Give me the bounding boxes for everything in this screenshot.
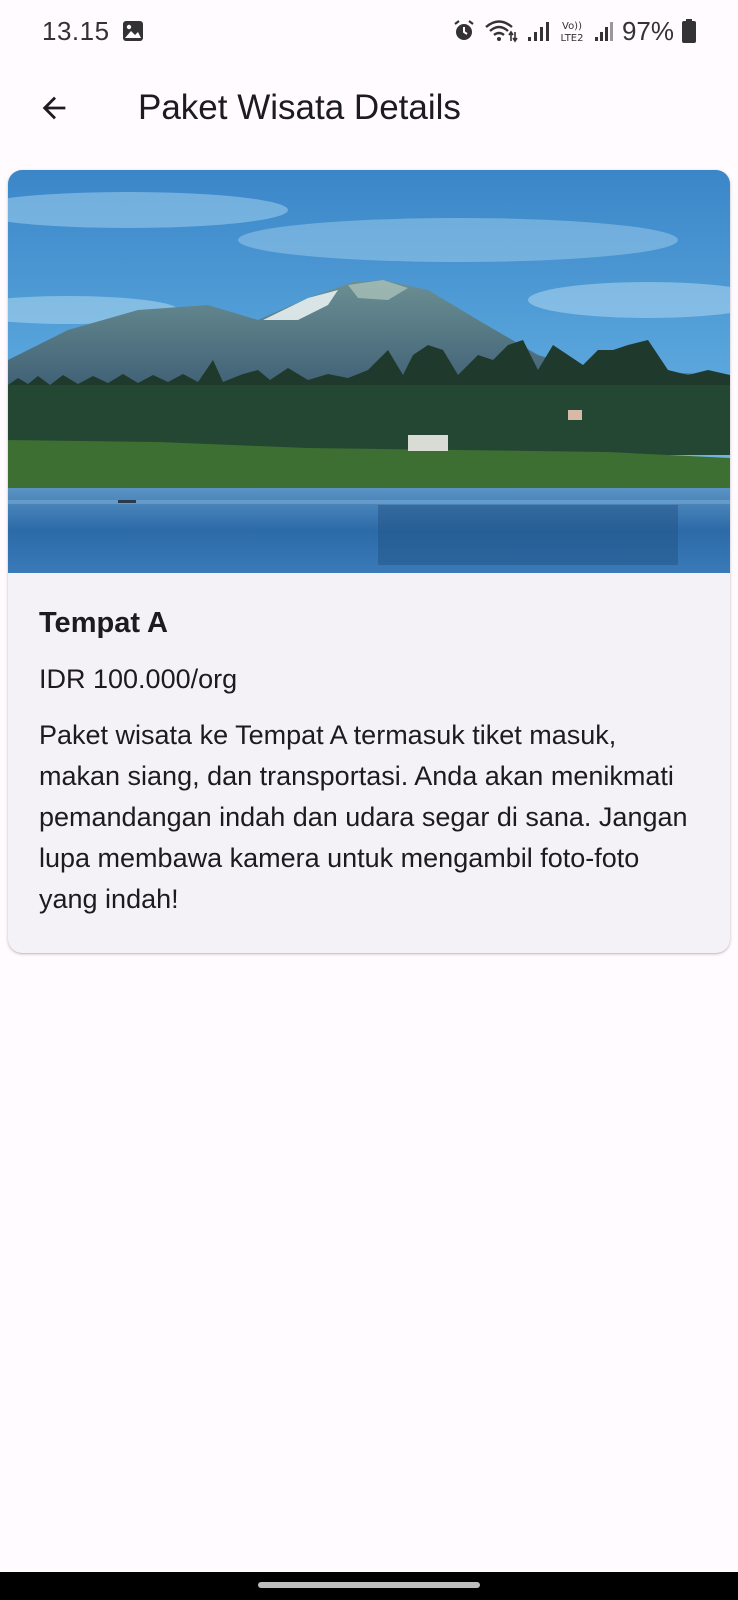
- home-indicator[interactable]: [258, 1582, 480, 1588]
- status-time: 13.15: [42, 15, 110, 46]
- app-bar: Paket Wisata Details: [0, 62, 738, 154]
- gallery-icon: [122, 20, 144, 42]
- package-price: IDR 100.000/org: [39, 664, 238, 694]
- back-button[interactable]: [24, 78, 84, 138]
- svg-text:Vo)): Vo)): [562, 21, 582, 32]
- system-nav-bar: [0, 1572, 738, 1600]
- signal-icon-2: [594, 19, 614, 43]
- card-body: Tempat A IDR 100.000/org Paket wisata ke…: [8, 573, 730, 920]
- lake-mountain-photo: [8, 170, 730, 573]
- tour-package-card: Tempat A IDR 100.000/org Paket wisata ke…: [8, 170, 730, 953]
- status-right: Vo)) LTE2 97%: [452, 16, 696, 47]
- page-title: Paket Wisata Details: [138, 88, 461, 127]
- package-description: Paket wisata ke Tempat A termasuk tiket …: [39, 720, 688, 914]
- wifi-icon: [484, 18, 518, 44]
- battery-percentage: 97%: [621, 15, 674, 46]
- svg-text:LTE2: LTE2: [560, 33, 583, 44]
- status-bar: 13.15 Vo)) LTE2 97%: [0, 0, 738, 62]
- package-title: Tempat A: [39, 607, 168, 639]
- alarm-icon: [452, 19, 476, 43]
- volte-icon: Vo)) LTE2: [558, 18, 586, 44]
- signal-icon: [526, 19, 550, 43]
- status-left: 13.15: [42, 16, 144, 47]
- arrow-back-icon: [42, 96, 66, 120]
- battery-icon: [682, 19, 696, 43]
